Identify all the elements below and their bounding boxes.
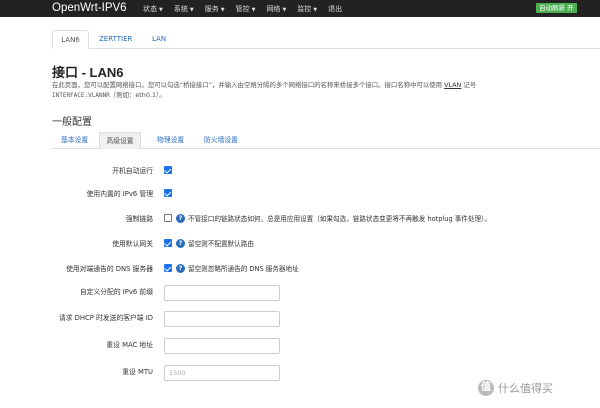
mtu-override-label: 重设 MTU [122, 368, 153, 376]
watermark-text: 什么值得买 [498, 382, 553, 395]
peer-dns-checkbox[interactable] [164, 264, 172, 272]
tab-zerttier[interactable]: ZERTTIER [99, 30, 132, 49]
tab-firewall-settings[interactable]: 防火墙设置 [204, 132, 238, 149]
builtin-ipv6-checkbox[interactable] [164, 189, 172, 197]
row-auto-start: 开机自动运行 [0, 164, 600, 180]
desc-text: 在此页面，您可以配置网络接口。您可以勾选“桥接接口”，并输入由空格分隔的多个网络… [52, 81, 445, 89]
info-icon: ? [176, 263, 185, 273]
watermark: 值 什么值得买 [478, 378, 553, 398]
menu-monitor[interactable]: 监控 ▼ [297, 4, 317, 14]
row-ipv6-prefix: 自定义分配的 IPv6 前缀 [0, 285, 600, 301]
builtin-ipv6-label: 使用内置的 IPv6 管理 [86, 190, 153, 198]
page-title: 接口 - LAN6 [52, 65, 124, 80]
mac-override-input[interactable] [164, 338, 280, 354]
force-link-label: 强制链路 [125, 215, 153, 223]
info-icon: ? [176, 238, 185, 248]
row-default-gateway: 使用默认网关 ? 留空则不配置默认路由 [0, 237, 600, 253]
force-link-hint: 不管接口的链路状态如何，总是用应用设置（如果勾选，链路状态变更将不再触发 hot… [188, 215, 492, 223]
menu-label: 管控 [235, 4, 250, 13]
menu-label: 网络 [266, 4, 281, 13]
page-description: 在此页面，您可以配置网络接口。您可以勾选“桥接接口”，并输入由空格分隔的多个网络… [52, 80, 552, 101]
auto-start-checkbox[interactable] [164, 166, 172, 174]
desc-text: （例如：eth0.1）。 [109, 91, 166, 99]
info-icon: ? [176, 213, 185, 223]
config-tabs: 基本设置 高级设置 物理设置 防火墙设置 [52, 132, 600, 149]
menu-label: 系统 [173, 4, 188, 13]
ipv6-prefix-label: 自定义分配的 IPv6 前缀 [79, 288, 153, 296]
menu-logout[interactable]: 退出 [328, 4, 342, 14]
row-dhcp-client-id: 请求 DHCP 时发送的客户端 ID [0, 311, 600, 327]
tab-lan[interactable]: LAN [152, 30, 166, 49]
top-navbar: OpenWrt-IPV6 状态 ▼ 系统 ▼ 服务 ▼ 管控 ▼ 网络 ▼ 监控 ▼ 退出 … [0, 0, 600, 17]
section-title: 一般配置 [52, 117, 92, 128]
caret-down-icon: ▼ [282, 6, 287, 13]
menu-label: 退出 [328, 4, 343, 13]
caret-down-icon: ▼ [251, 6, 256, 13]
caret-down-icon: ▼ [313, 6, 318, 13]
interface-tabs: LAN6 ZERTTIER LAN [52, 30, 600, 49]
dhcp-client-id-input[interactable] [164, 311, 280, 327]
tab-basic-settings[interactable]: 基本设置 [61, 132, 88, 149]
menu-status[interactable]: 状态 ▼ [143, 4, 163, 14]
vlan-abbr: VLAN [444, 81, 462, 89]
auto-start-label: 开机自动运行 [112, 167, 153, 175]
force-link-checkbox[interactable] [164, 214, 172, 222]
desc-text: 记号 [461, 81, 477, 89]
brand-logo[interactable]: OpenWrt-IPV6 [52, 1, 127, 16]
menu-control[interactable]: 管控 ▼ [236, 4, 256, 14]
caret-down-icon: ▼ [159, 6, 163, 13]
menu-system[interactable]: 系统 ▼ [174, 4, 194, 14]
tab-lan6[interactable]: LAN6 [52, 30, 89, 49]
default-gateway-hint: 留空则不配置默认路由 [188, 240, 254, 248]
tab-physical-settings[interactable]: 物理设置 [157, 132, 184, 149]
peer-dns-label: 使用对端通告的 DNS 服务器 [66, 265, 153, 273]
caret-down-icon: ▼ [220, 6, 225, 13]
row-mac-override: 重设 MAC 地址 [0, 338, 600, 354]
mac-override-label: 重设 MAC 地址 [106, 341, 153, 349]
menu-label: 服务 [204, 4, 219, 13]
dhcp-client-id-label: 请求 DHCP 时发送的客户端 ID [58, 314, 153, 322]
peer-dns-hint: 留空则忽略所通告的 DNS 服务器地址 [188, 265, 299, 273]
mtu-override-input[interactable] [164, 365, 280, 381]
auto-refresh-toggle[interactable]: 自动刷新 开 [536, 3, 577, 13]
menu-label: 监控 [297, 4, 312, 13]
row-builtin-ipv6: 使用内置的 IPv6 管理 [0, 187, 600, 203]
menu-network[interactable]: 网络 ▼ [266, 4, 286, 14]
caret-down-icon: ▼ [189, 6, 194, 13]
menu-label: 状态 [143, 4, 157, 13]
default-gateway-label: 使用默认网关 [112, 240, 153, 248]
desc-code: INTERFACE.VLANNR [52, 92, 110, 99]
main-menu: 状态 ▼ 系统 ▼ 服务 ▼ 管控 ▼ 网络 ▼ 监控 ▼ 退出 [143, 0, 353, 17]
tab-advanced-settings[interactable]: 高级设置 [99, 132, 141, 149]
watermark-logo-icon: 值 [478, 380, 494, 396]
row-force-link: 强制链路 ? 不管接口的链路状态如何，总是用应用设置（如果勾选，链路状态变更将不… [0, 212, 600, 228]
ipv6-prefix-input[interactable] [164, 285, 280, 301]
row-peer-dns: 使用对端通告的 DNS 服务器 ? 留空则忽略所通告的 DNS 服务器地址 [0, 262, 600, 278]
default-gateway-checkbox[interactable] [164, 239, 172, 247]
menu-services[interactable]: 服务 ▼ [205, 4, 225, 14]
